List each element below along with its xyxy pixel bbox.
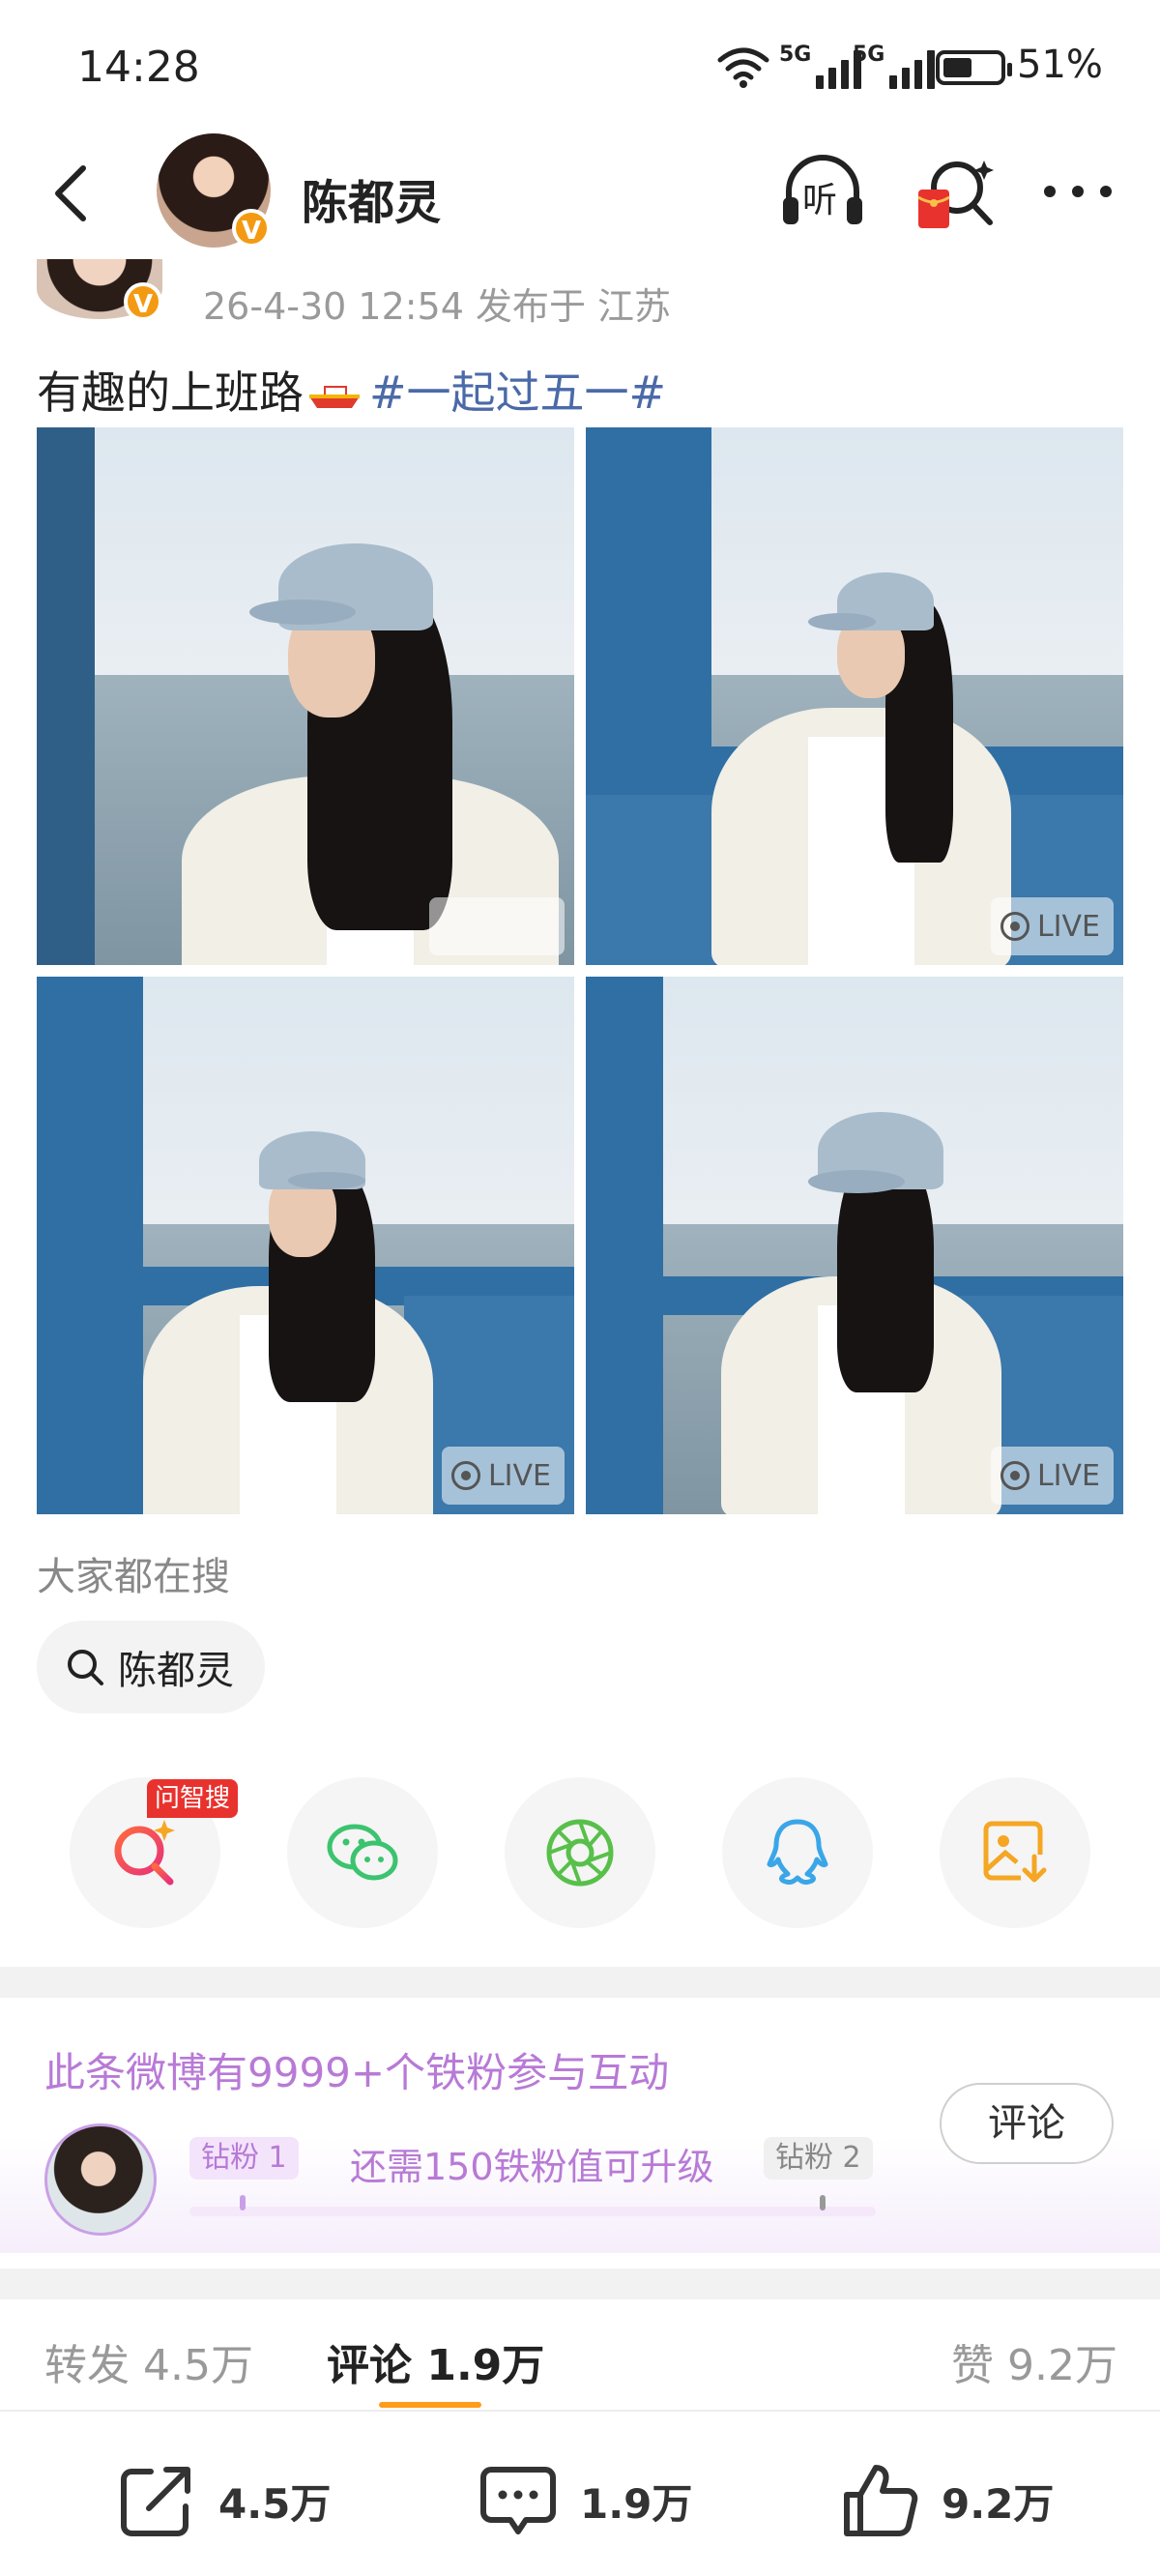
post-photo-3[interactable]: LIVE	[37, 977, 574, 1514]
qq-icon	[767, 1819, 828, 1885]
battery-icon	[936, 50, 1012, 85]
section-divider	[0, 2269, 1160, 2299]
tab-like[interactable]: 赞 9.2万	[951, 2330, 1117, 2392]
tab-comment-label: 评论	[327, 2341, 412, 2390]
tab-repost-label: 转发	[44, 2341, 130, 2390]
everyone-searching-heading: 大家都在搜	[37, 1555, 230, 1599]
fan-progress-bar	[189, 2207, 876, 2216]
share-wechat-button[interactable]	[287, 1777, 438, 1928]
tab-like-count: 9.2万	[1007, 2341, 1117, 2390]
like-count: 9.2万	[942, 2479, 1055, 2528]
comment-count: 1.9万	[580, 2479, 693, 2528]
section-divider	[0, 1967, 1160, 1998]
repost-count: 4.5万	[218, 2479, 332, 2528]
wenzhisou-badge: 问智搜	[147, 1779, 239, 1818]
comment-button[interactable]: 1.9万	[478, 2452, 692, 2549]
live-icon	[450, 1461, 480, 1490]
repost-icon	[121, 2467, 190, 2536]
live-badge: LIVE	[441, 1447, 565, 1505]
network-type-1: 5G	[779, 43, 812, 67]
signal-icon-2: 5G	[853, 43, 935, 89]
live-label: LIVE	[487, 1458, 551, 1493]
listen-button[interactable]: 听	[779, 155, 866, 232]
live-badge: LIVE	[990, 1447, 1114, 1505]
battery-percent: 51%	[1017, 43, 1103, 87]
moments-icon	[546, 1819, 614, 1887]
fan-level-current: 钻粉 1	[189, 2137, 299, 2180]
status-time: 14:28	[77, 43, 200, 92]
progress-tick-next	[820, 2195, 826, 2210]
tab-comment-count: 1.9万	[426, 2341, 545, 2390]
tab-active-indicator	[379, 2402, 481, 2408]
fans-comment-button[interactable]: 评论	[940, 2083, 1114, 2164]
photo-strip-indicator	[429, 897, 565, 955]
fan-upgrade-text: 还需150铁粉值可升级	[350, 2146, 714, 2188]
repost-button[interactable]: 4.5万	[116, 2452, 331, 2549]
fan-avatar[interactable]	[44, 2123, 157, 2236]
fans-title: 此条微博有9999+个铁粉参与互动	[44, 2049, 670, 2096]
save-image-button[interactable]	[940, 1777, 1090, 1928]
network-type-2: 5G	[853, 43, 885, 67]
status-bar: 14:28 5G 5G 51%	[0, 0, 1160, 135]
live-icon	[1000, 912, 1030, 941]
author-name[interactable]: 陈都灵	[302, 164, 441, 232]
post-meta: 26-4-30 12:54 发布于 江苏	[203, 285, 672, 328]
share-moments-button[interactable]	[505, 1777, 655, 1928]
tab-comment[interactable]: 评论 1.9万	[327, 2330, 544, 2392]
live-icon	[1000, 1461, 1030, 1490]
listen-label: 听	[802, 181, 838, 220]
tab-like-label: 赞	[951, 2341, 994, 2390]
search-chip-label: 陈都灵	[118, 1649, 234, 1693]
post-verified-badge: V	[124, 282, 162, 321]
share-qq-button[interactable]	[722, 1777, 873, 1928]
signal-icon-1: 5G	[779, 43, 861, 89]
post-text: 有趣的上班路 #一起过五一#	[37, 358, 666, 423]
thumbs-up-icon	[844, 2465, 918, 2536]
more-button[interactable]	[1034, 155, 1121, 232]
post-photo-1[interactable]	[37, 427, 574, 965]
wifi-icon	[717, 46, 769, 93]
like-button[interactable]: 9.2万	[839, 2452, 1054, 2549]
comment-icon	[480, 2467, 556, 2534]
wechat-icon	[327, 1824, 398, 1881]
tabs-divider	[0, 2410, 1160, 2412]
tab-repost-count: 4.5万	[143, 2341, 253, 2390]
tab-repost[interactable]: 转发 4.5万	[44, 2330, 253, 2392]
live-label: LIVE	[1036, 1458, 1100, 1493]
save-image-icon	[983, 1821, 1050, 1888]
hashtag-link[interactable]: #一起过五一#	[369, 366, 666, 419]
progress-tick-current	[240, 2195, 246, 2210]
search-chip[interactable]: 陈都灵	[37, 1621, 265, 1713]
wenzhisou-icon	[114, 1820, 175, 1886]
red-packet-search-button[interactable]	[913, 155, 1000, 232]
post-photo-2[interactable]: LIVE	[586, 427, 1123, 965]
live-label: LIVE	[1036, 909, 1100, 944]
battery-level	[943, 58, 972, 77]
back-button[interactable]	[39, 155, 106, 232]
verified-badge: V	[232, 209, 271, 248]
post-photo-4[interactable]: LIVE	[586, 977, 1123, 1514]
search-icon	[68, 1650, 103, 1685]
fan-level-next: 钻粉 2	[764, 2137, 873, 2180]
live-badge: LIVE	[990, 897, 1114, 955]
boat-emoji-icon	[307, 370, 362, 423]
post-body-text: 有趣的上班路	[37, 366, 304, 419]
